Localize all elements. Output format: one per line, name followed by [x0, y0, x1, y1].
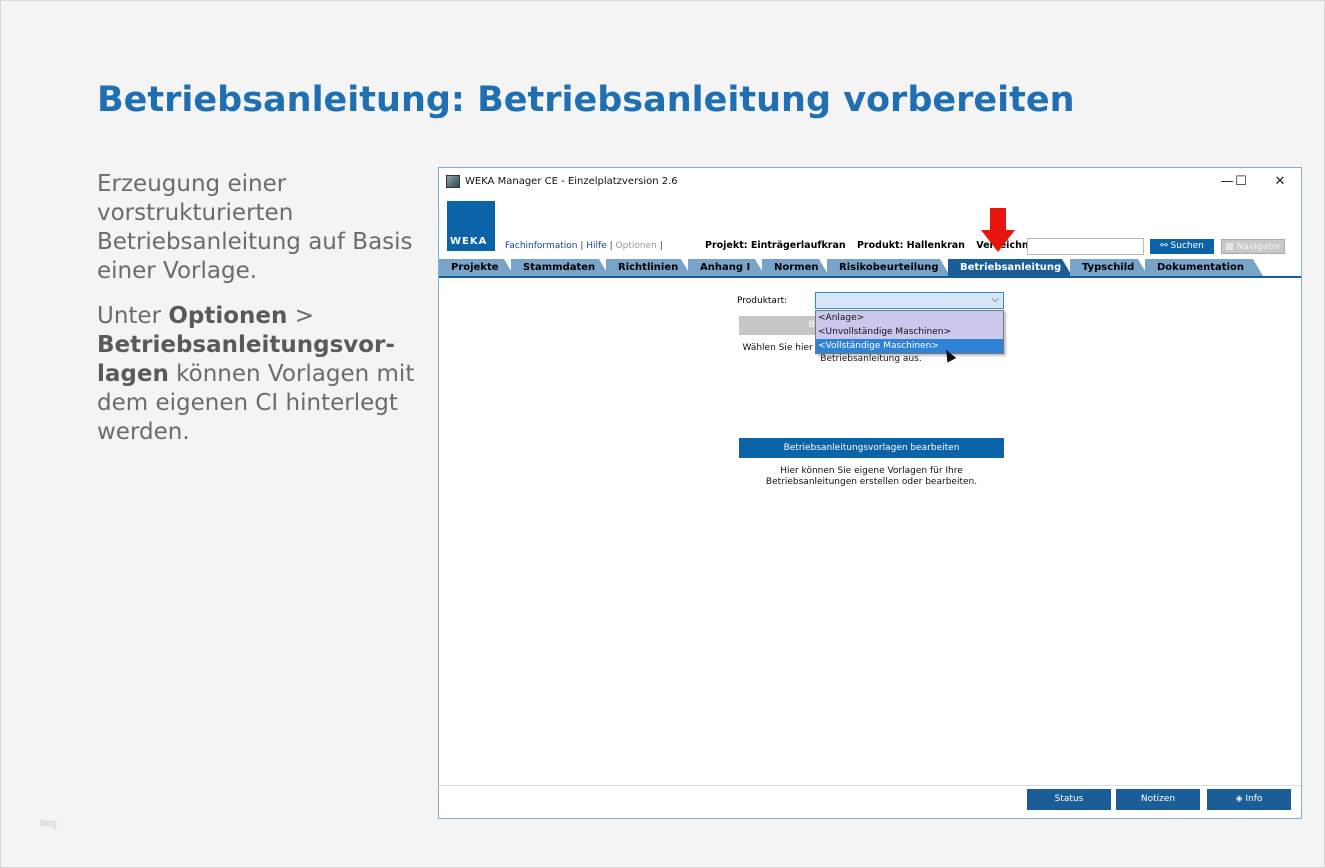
tab-stammdaten[interactable]: Stammdaten	[511, 259, 609, 276]
tab-richtlinien[interactable]: Richtlinien	[606, 259, 691, 276]
main-content: Produktart: ⌵ Betriebsanleitung erzeugen…	[439, 278, 1301, 785]
navigator-button[interactable]: ▦ Navigator	[1221, 239, 1285, 254]
tab-projekte[interactable]: Projekte	[439, 259, 514, 276]
search-input[interactable]	[1027, 238, 1144, 255]
produktart-label: Produktart:	[737, 296, 788, 306]
edit-templates-button[interactable]: Betriebsanleitungsvorlagen bearbeiten	[739, 438, 1004, 458]
app-window: WEKA Manager CE - Einzelplatzversion 2.6…	[438, 167, 1302, 819]
window-titlebar: WEKA Manager CE - Einzelplatzversion 2.6…	[439, 168, 1301, 196]
red-arrow-icon	[981, 208, 1015, 256]
tab-typschild[interactable]: Typschild	[1070, 259, 1148, 276]
product-label: Produkt: Hallenkran	[856, 240, 965, 251]
info-button[interactable]: ◈ Info	[1207, 789, 1291, 810]
link-separator: |	[580, 241, 584, 251]
tab-risikobeurteilung[interactable]: Risikobeurteilung	[827, 259, 950, 276]
navigator-icon: ▦	[1225, 242, 1237, 252]
para2-prefix: Unter	[97, 303, 169, 329]
status-button[interactable]: Status	[1027, 789, 1111, 810]
tab-anhang-i[interactable]: Anhang I	[688, 259, 765, 276]
link-separator: |	[609, 241, 613, 251]
para2-optionen: Optionen	[168, 303, 288, 329]
produktart-select[interactable]: ⌵	[815, 292, 1004, 309]
notizen-button[interactable]: Notizen	[1116, 789, 1200, 810]
search-button[interactable]: ⚯ Suchen	[1150, 239, 1214, 254]
app-icon	[446, 175, 460, 188]
link-hilfe[interactable]: Hilfe	[586, 241, 606, 251]
produktart-dropdown-list: <Anlage> <Unvollständige Maschinen> <Vol…	[815, 310, 1004, 354]
window-title: WEKA Manager CE - Einzelplatzversion 2.6	[465, 176, 678, 187]
project-label: Projekt: Einträgerlaufkran	[705, 240, 846, 251]
link-separator: |	[659, 241, 663, 251]
link-optionen[interactable]: Optionen	[616, 241, 657, 251]
slide-title: Betriebsanleitung: Betriebsanleitung vor…	[97, 80, 1075, 120]
tab-dokumentation[interactable]: Dokumentation	[1145, 259, 1263, 276]
weka-logo-text: WEKA	[450, 236, 488, 247]
maximize-button[interactable]: ☐	[1226, 172, 1256, 192]
close-button[interactable]: ✕	[1265, 172, 1295, 192]
dropdown-option-vollstaendige[interactable]: <Vollständige Maschinen>	[816, 339, 1003, 353]
footer-mark: blog	[40, 818, 58, 828]
link-fachinformation[interactable]: Fachinformation	[505, 241, 577, 251]
top-links: Fachinformation | Hilfe | Optionen |	[505, 241, 663, 251]
tab-bar: Projekte Stammdaten Richtlinien Anhang I…	[439, 259, 1301, 278]
chevron-down-icon: ⌵	[991, 294, 999, 305]
search-button-label: Suchen	[1170, 241, 1204, 251]
binoculars-icon: ⚯	[1160, 241, 1171, 251]
navigator-button-label: Navigator	[1236, 242, 1281, 252]
tab-betriebsanleitung[interactable]: Betriebsanleitung	[948, 259, 1072, 276]
info-button-label: Info	[1245, 794, 1263, 804]
tab-normen[interactable]: Normen	[762, 259, 829, 276]
status-bar: Status Notizen ◈ Info	[439, 785, 1301, 818]
slide-paragraph-1: Erzeugung einer vorstrukturierten Betrie…	[97, 171, 413, 284]
arrow-head	[981, 230, 1015, 252]
slide-paragraph-2: Unter Optionen > Betriebsanleitungsvor-l…	[97, 302, 422, 447]
arrow-shaft	[990, 208, 1006, 230]
context-info: Projekt: Einträgerlaufkran Produkt: Hall…	[705, 240, 1073, 251]
hint-templates: Hier können Sie eigene Vorlagen für Ihre…	[765, 466, 978, 487]
dropdown-option-anlage[interactable]: <Anlage>	[816, 311, 1003, 325]
slide-body: Erzeugung einer vorstrukturierten Betrie…	[97, 170, 422, 463]
info-icon: ◈	[1235, 794, 1246, 804]
dropdown-option-unvollstaendige[interactable]: <Unvollständige Maschinen>	[816, 325, 1003, 339]
weka-logo: WEKA	[447, 201, 495, 251]
para2-gt: >	[287, 303, 314, 329]
